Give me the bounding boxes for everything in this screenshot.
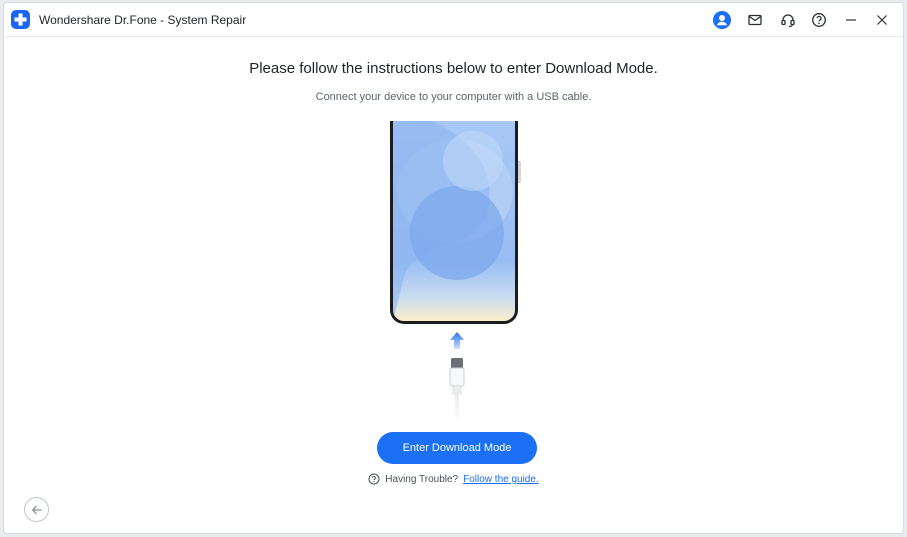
phone-illustration (390, 121, 518, 324)
support-button[interactable] (778, 10, 798, 30)
back-arrow-icon (31, 505, 41, 514)
app-window: Wondershare Dr.Fone - System Repair Plea… (3, 2, 904, 534)
back-button[interactable] (24, 497, 49, 522)
close-button[interactable] (872, 10, 892, 30)
instruction-text: Connect your device to your computer wit… (315, 91, 592, 103)
account-icon (713, 11, 731, 29)
mail-icon (748, 14, 762, 26)
trouble-text: Having Trouble? (385, 473, 459, 485)
app-title: Wondershare Dr.Fone - System Repair (39, 13, 247, 27)
follow-guide-link[interactable]: Follow the guide. (463, 474, 539, 485)
drfone-logo-icon (11, 10, 30, 29)
help-button[interactable] (809, 10, 829, 30)
enter-download-mode-button[interactable]: Enter Download Mode (377, 432, 537, 464)
close-icon (877, 15, 887, 25)
usb-cable-illustration (449, 332, 465, 422)
device-connection-illustration (384, 121, 524, 422)
minimize-icon (846, 19, 856, 21)
minimize-button[interactable] (841, 10, 861, 30)
page-title: Please follow the instructions below to … (249, 60, 658, 77)
account-button[interactable] (712, 10, 732, 30)
trouble-help-row: Having Trouble? Follow the guide. (4, 473, 903, 485)
help-icon (368, 473, 380, 485)
title-bar: Wondershare Dr.Fone - System Repair (4, 3, 903, 37)
help-icon (812, 13, 826, 27)
feedback-button[interactable] (745, 10, 765, 30)
phone-side-button (518, 161, 521, 183)
headset-icon (781, 14, 795, 28)
